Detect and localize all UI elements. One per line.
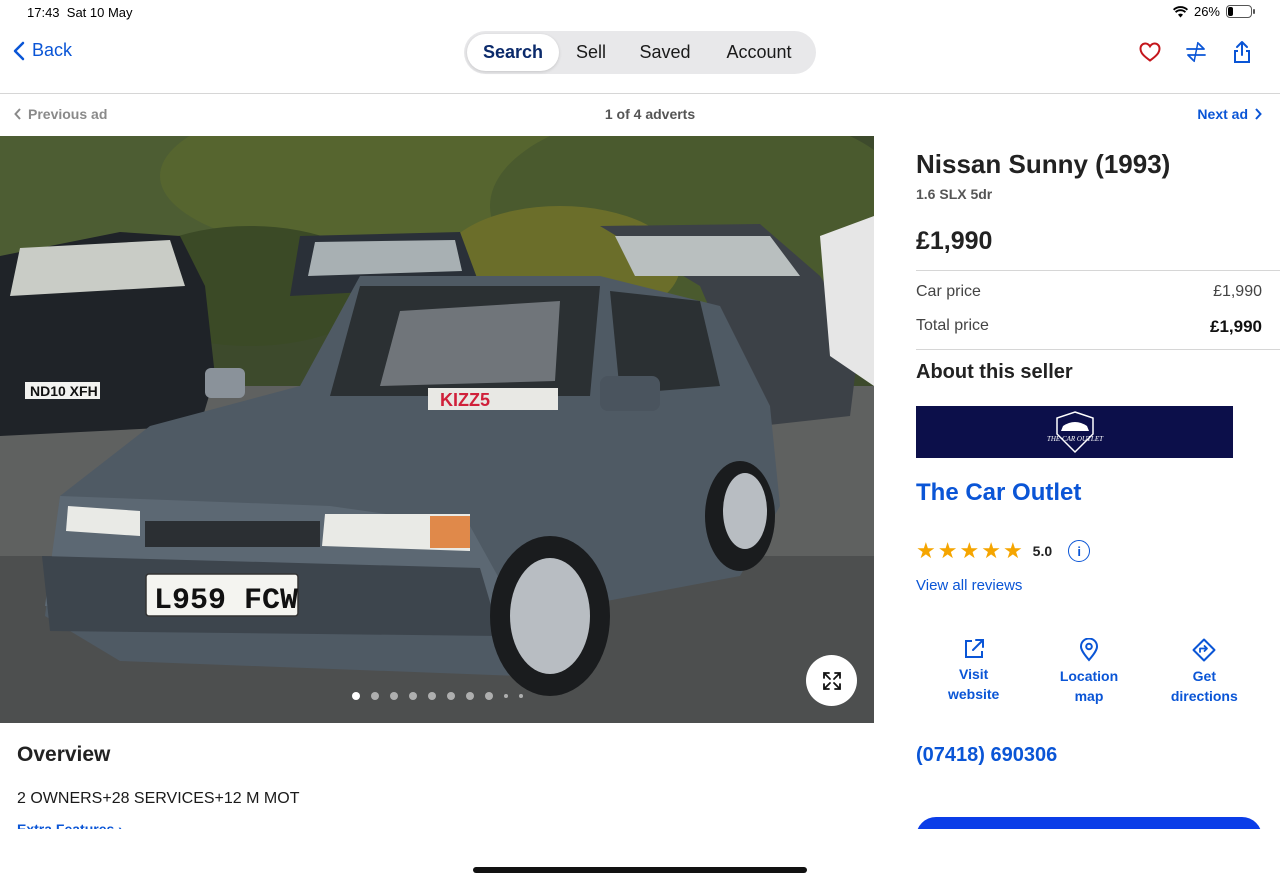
gallery-dot[interactable]	[518, 694, 523, 698]
status-right: 26%	[1172, 4, 1255, 19]
rating-value: 5.0	[1032, 543, 1053, 559]
tab-saved[interactable]: Saved	[623, 34, 707, 71]
front-car-plate: L959 FCW	[154, 584, 298, 618]
tab-search[interactable]: Search	[467, 34, 559, 71]
ad-count: 1 of 4 adverts	[604, 106, 696, 122]
seller-name-link[interactable]: The Car Outlet	[916, 479, 1081, 507]
seller-rating: ★ ★ ★ ★ ★ 5.0 i	[916, 538, 1091, 563]
tab-sell[interactable]: Sell	[559, 34, 623, 71]
tab-account[interactable]: Account	[707, 34, 811, 71]
compare-button[interactable]	[1184, 40, 1208, 64]
gallery-dot[interactable]	[484, 692, 493, 700]
map-pin-icon	[1079, 638, 1098, 662]
gallery-pagination	[0, 692, 874, 700]
star-icon: ★	[916, 538, 936, 563]
heart-icon	[1139, 42, 1161, 62]
svg-text:THE CAR OUTLET: THE CAR OUTLET	[1046, 435, 1103, 443]
about-seller-heading: About this seller	[916, 361, 1073, 383]
back-label: Back	[32, 40, 73, 60]
fullscreen-button[interactable]	[806, 655, 857, 706]
battery-fill	[1228, 7, 1233, 16]
info-icon[interactable]: i	[1068, 540, 1091, 562]
home-indicator[interactable]	[473, 867, 807, 873]
status-time: 17:43 Sat 10 May	[27, 5, 133, 20]
status-bar: 17:43 Sat 10 May 26%	[0, 0, 1280, 26]
divider	[916, 349, 1280, 350]
wifi-icon	[1172, 5, 1188, 17]
gallery-dot[interactable]	[446, 692, 455, 700]
gallery-dot[interactable]	[408, 692, 417, 700]
main-tabs: Search Sell Saved Account	[464, 31, 816, 74]
star-icon: ★	[1002, 538, 1023, 563]
star-icon: ★	[937, 538, 958, 563]
overview-heading: Overview	[17, 743, 111, 766]
save-favourite-button[interactable]	[1138, 40, 1162, 64]
nav-actions	[1138, 40, 1254, 64]
star-icon: ★	[981, 538, 1001, 563]
gallery-dot[interactable]	[370, 692, 379, 700]
total-price-label: Total price	[916, 317, 989, 334]
car-price-label: Car price	[916, 283, 981, 300]
next-ad-button[interactable]: Next ad	[1197, 106, 1262, 122]
car-price-value: £1,990	[1213, 283, 1262, 300]
clock-date: Sat 10 May	[66, 5, 133, 20]
directions-icon	[1192, 638, 1216, 662]
battery-percent: 26%	[1193, 4, 1220, 19]
location-map-button[interactable]: Location map	[1031, 638, 1146, 706]
car-price-row: Car price £1,990	[916, 283, 1262, 301]
divider	[916, 270, 1280, 271]
dealer-sign: KIZZ5	[440, 390, 490, 410]
view-all-reviews-link[interactable]: View all reviews	[916, 577, 1022, 594]
get-directions-label: Get directions	[1170, 668, 1238, 704]
share-icon	[1234, 41, 1250, 63]
battery-icon	[1226, 5, 1255, 18]
total-price-value: £1,990	[1210, 317, 1262, 336]
compare-icon	[1186, 41, 1206, 63]
total-price-row: Total price £1,990	[916, 317, 1262, 337]
chevron-left-icon	[13, 41, 25, 60]
visit-website-button[interactable]: Visit website	[916, 638, 1031, 706]
gallery-dot[interactable]	[503, 694, 508, 698]
top-nav-bar: Back Search Sell Saved Account	[0, 26, 1280, 94]
listing-title: Nissan Sunny (1993)	[916, 149, 1171, 179]
seller-logo: THE CAR OUTLET	[916, 406, 1233, 458]
overview-description: 2 OWNERS+28 SERVICES+12 M MOT	[17, 790, 300, 807]
chevron-right-icon	[1255, 108, 1262, 120]
gallery-dot[interactable]	[389, 692, 398, 700]
ad-navigation: Previous ad 1 of 4 adverts Next ad	[0, 94, 1280, 135]
external-link-icon	[964, 639, 984, 658]
visit-website-label: Visit website	[947, 666, 1000, 702]
expand-icon	[822, 671, 841, 690]
back-button[interactable]: Back	[12, 40, 72, 61]
gallery-dot[interactable]	[427, 692, 436, 700]
star-icon: ★	[959, 538, 980, 563]
next-ad-label: Next ad	[1197, 106, 1248, 122]
car-photo: ND10 XFH L959 FCW KIZZ5	[0, 136, 874, 723]
get-directions-button[interactable]: Get directions	[1147, 638, 1262, 706]
listing-price: £1,990	[916, 227, 993, 255]
clock-time: 17:43	[27, 5, 60, 20]
location-map-label: Location map	[1059, 668, 1119, 704]
share-button[interactable]	[1230, 40, 1254, 64]
bottom-safe-area	[0, 829, 1280, 882]
gallery-dot[interactable]	[465, 692, 474, 700]
seller-actions: Visit website Location map Get direction…	[916, 638, 1262, 706]
seller-logo-emblem: THE CAR OUTLET	[1046, 411, 1104, 454]
seller-phone-link[interactable]: (07418) 690306	[916, 744, 1057, 767]
car-photo-gallery[interactable]: ND10 XFH L959 FCW KIZZ5	[0, 136, 874, 723]
listing-subtitle: 1.6 SLX 5dr	[916, 186, 993, 202]
gallery-dot[interactable]	[351, 692, 360, 700]
rear-car-plate: ND10 XFH	[30, 383, 98, 399]
